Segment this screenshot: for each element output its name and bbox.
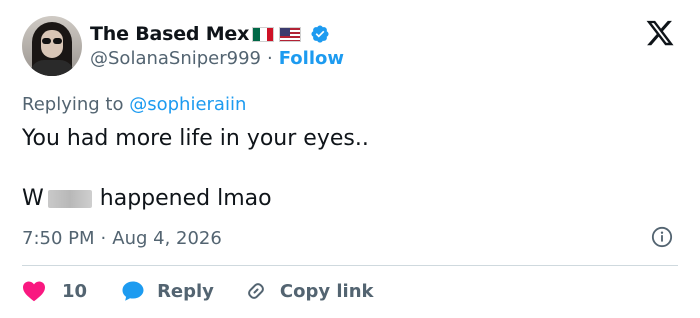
tweet-text-end: happened lmao — [99, 186, 272, 211]
tweet-text-start: W — [22, 186, 44, 211]
reply-label: Reply — [157, 280, 214, 302]
reply-button[interactable]: Reply — [121, 280, 214, 302]
tweet-text-line-2: W happened lmao — [22, 186, 272, 211]
follow-button[interactable]: Follow — [279, 48, 344, 69]
tweet-date: Aug 4, 2026 — [112, 228, 222, 249]
mexico-flag-icon — [252, 26, 275, 42]
tweet-timestamp[interactable]: 7:50 PM · Aug 4, 2026 — [22, 228, 222, 249]
author-handle[interactable]: @SolanaSniper999 — [90, 48, 261, 69]
avatar[interactable] — [22, 16, 82, 76]
avatar-sunglasses — [41, 38, 63, 44]
avatar-shirt — [30, 60, 74, 76]
copy-link-button[interactable]: Copy link — [244, 279, 374, 303]
action-bar: 10 Reply Copy link — [22, 276, 374, 306]
tweet-text-line-1: You had more life in your eyes.. — [22, 126, 369, 151]
heart-icon — [23, 281, 45, 302]
copy-link-label: Copy link — [279, 280, 374, 302]
replying-to: Replying to @sophieraiin — [22, 94, 246, 115]
author-name-row[interactable]: The Based Mex — [90, 22, 330, 46]
link-icon — [248, 283, 264, 299]
replying-prefix: Replying to — [22, 94, 124, 115]
avatar-face — [41, 30, 63, 58]
reply-mention-link[interactable]: @sophieraiin — [129, 94, 246, 115]
usa-flag-icon — [279, 26, 302, 42]
verified-badge-icon — [311, 25, 329, 43]
x-logo-icon[interactable] — [645, 18, 675, 48]
like-button[interactable]: 10 — [22, 280, 87, 302]
timestamp-separator: · — [100, 228, 107, 249]
divider — [22, 265, 678, 266]
author-name[interactable]: The Based Mex — [90, 23, 249, 45]
censored-word-blur — [47, 189, 92, 208]
like-count: 10 — [62, 280, 88, 302]
info-icon[interactable] — [651, 226, 673, 248]
tweet-time: 7:50 PM — [22, 228, 95, 249]
author-handle-row: @SolanaSniper999 · Follow — [90, 48, 344, 69]
separator-dot: · — [267, 48, 273, 69]
tweet-card: The Based Mex @SolanaSniper999 · Follow … — [0, 0, 700, 318]
reply-bubble-icon — [122, 281, 144, 301]
